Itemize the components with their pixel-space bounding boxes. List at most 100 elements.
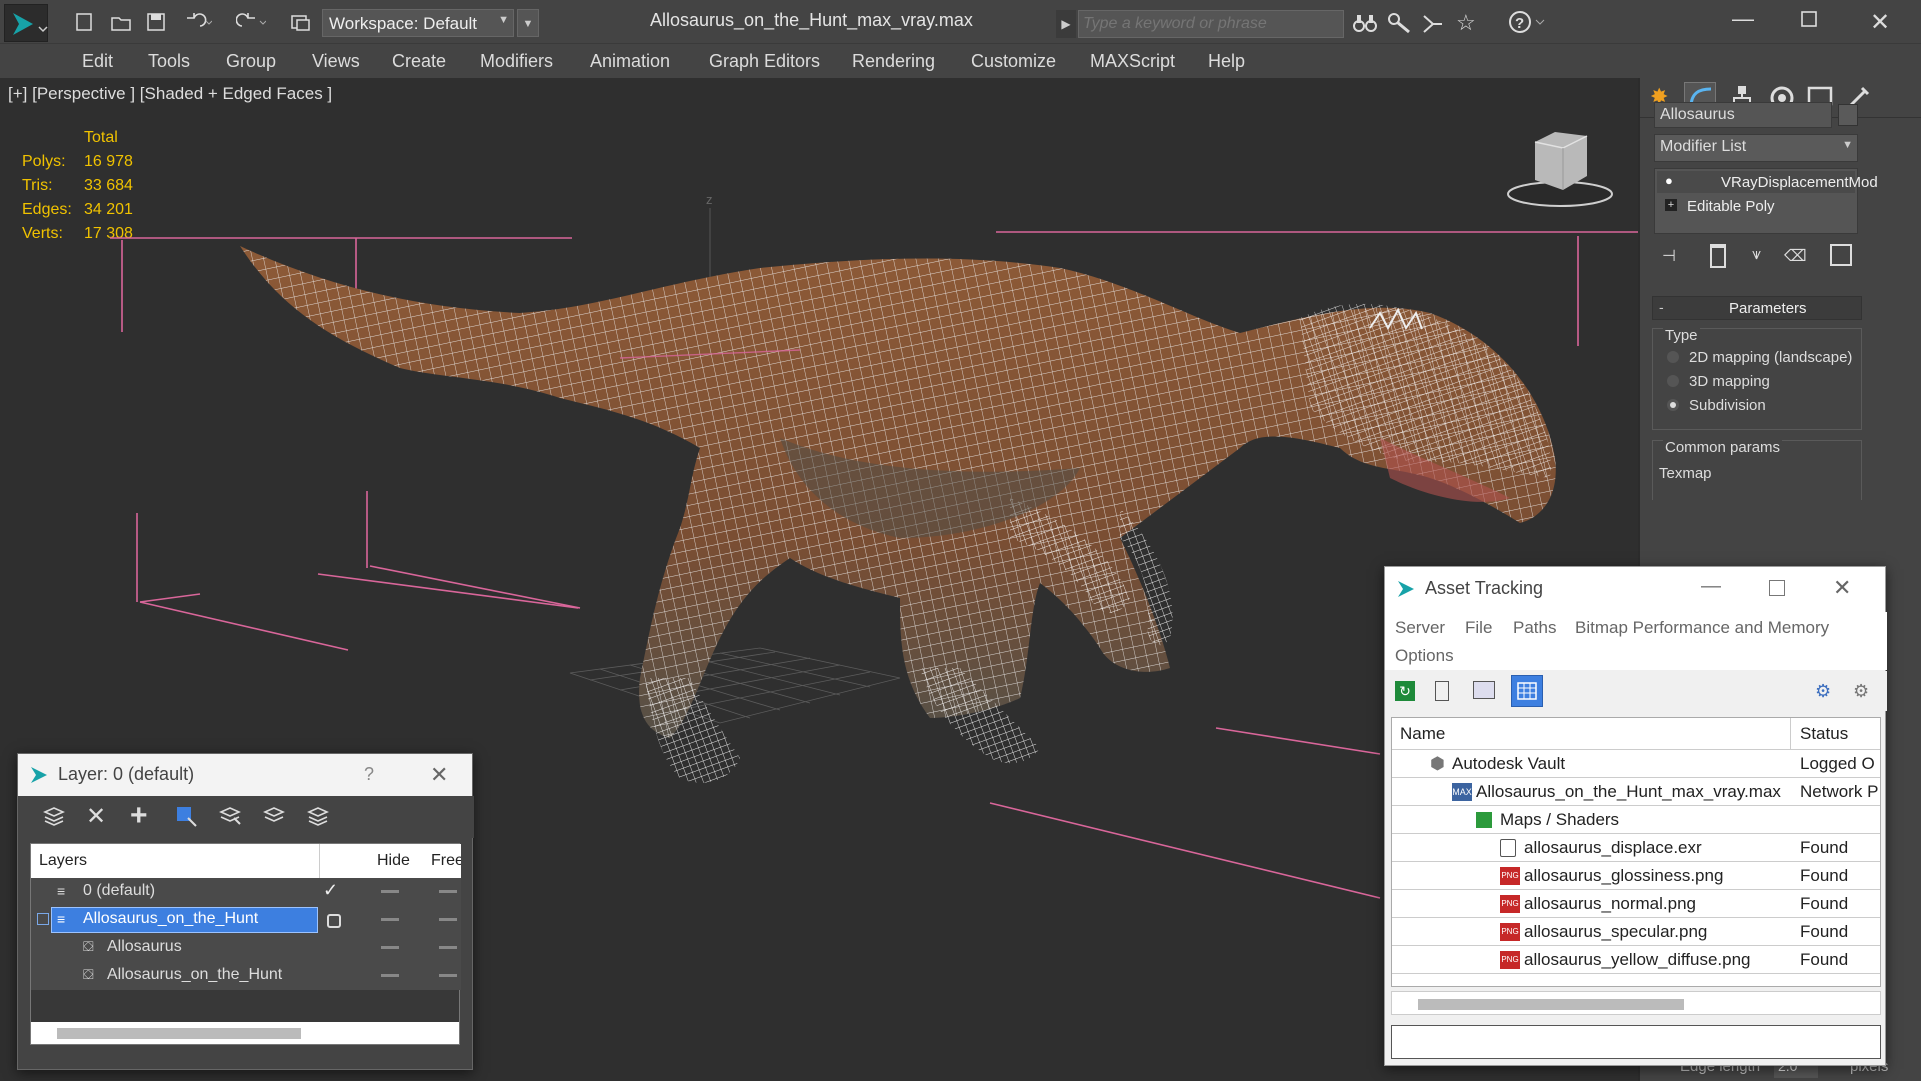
hide-toggle[interactable] [381, 946, 399, 949]
highlight-layer-icon[interactable] [262, 804, 286, 828]
new-file-icon[interactable] [74, 12, 94, 32]
col-hide[interactable]: Hide [377, 852, 410, 870]
scrollbar-thumb[interactable] [1418, 999, 1684, 1010]
layer-row[interactable]: ≡ 0 (default) ✓ [31, 878, 461, 906]
asset-row[interactable]: PNG allosaurus_glossiness.png Found [1392, 862, 1880, 890]
menu-create[interactable]: Create [392, 51, 446, 72]
pin-stack-icon[interactable]: ⊣ [1662, 246, 1676, 266]
hide-layers-icon[interactable] [306, 804, 330, 828]
hide-toggle[interactable] [381, 974, 399, 977]
asset-row[interactable]: ⬢ Autodesk Vault Logged O [1392, 750, 1880, 778]
asset-path-field[interactable] [1391, 1025, 1881, 1059]
remove-modifier-icon[interactable]: ⌫ [1784, 246, 1807, 266]
community-icon[interactable] [1420, 12, 1446, 34]
refresh-icon[interactable]: ↻ [1395, 681, 1415, 701]
asset-row[interactable]: allosaurus_displace.exr Found [1392, 834, 1880, 862]
parameters-title[interactable]: Parameters [1729, 300, 1807, 317]
menu-paths[interactable]: Paths [1513, 618, 1556, 638]
delete-layer-icon[interactable]: ✕ [86, 802, 106, 831]
configure-sets-icon[interactable] [1830, 244, 1852, 266]
menu-maxscript[interactable]: MAXScript [1090, 51, 1175, 72]
layer-stack-icon[interactable] [42, 804, 66, 828]
menu-bitmap-performance[interactable]: Bitmap Performance and Memory [1575, 618, 1829, 638]
list-view-icon[interactable] [1435, 681, 1449, 701]
freeze-toggle[interactable] [439, 890, 457, 893]
undo-icon[interactable] [182, 12, 212, 32]
menu-graph-editors[interactable]: Graph Editors [709, 51, 820, 72]
layer-row[interactable]: ≡ Allosaurus_on_the_Hunt [31, 906, 461, 934]
freeze-toggle[interactable] [439, 918, 457, 921]
minimize-button[interactable]: — [1701, 575, 1721, 598]
horizontal-scrollbar[interactable] [31, 1022, 459, 1044]
freeze-toggle[interactable] [439, 946, 457, 949]
close-button[interactable]: ✕ [1870, 8, 1890, 37]
make-active-toggle[interactable] [327, 914, 341, 928]
project-folder-icon[interactable] [290, 12, 312, 32]
radio-button[interactable] [1667, 351, 1679, 363]
menu-tools[interactable]: Tools [148, 51, 190, 72]
asset-row[interactable]: PNG allosaurus_normal.png Found [1392, 890, 1880, 918]
thumbnail-view-icon[interactable] [1473, 681, 1495, 699]
close-button[interactable]: ✕ [1833, 575, 1851, 601]
menu-customize[interactable]: Customize [971, 51, 1056, 72]
vault-help-icon[interactable]: ⚙ [1853, 681, 1869, 702]
object-color-swatch[interactable] [1838, 104, 1858, 126]
vault-login-icon[interactable]: ⚙ [1815, 681, 1831, 702]
modifier-list-dropdown[interactable]: Modifier List ▼ [1654, 134, 1858, 162]
expand-icon[interactable]: + [1665, 199, 1677, 211]
maximize-button[interactable] [1800, 10, 1818, 28]
menu-options[interactable]: Options [1395, 646, 1454, 666]
object-name-field[interactable] [1654, 102, 1832, 128]
freeze-toggle[interactable] [439, 974, 457, 977]
minimize-button[interactable]: — [1732, 6, 1754, 32]
col-layers[interactable]: Layers [39, 852, 87, 870]
col-name[interactable]: Name [1400, 724, 1445, 744]
layer-dialog-header[interactable]: Layer: 0 (default) ? ✕ [18, 754, 472, 796]
hide-toggle[interactable] [381, 890, 399, 893]
asset-row[interactable]: PNG allosaurus_yellow_diffuse.png Found [1392, 946, 1880, 974]
rollout-collapse-icon[interactable]: - [1659, 299, 1664, 315]
asset-horizontal-scrollbar[interactable] [1391, 991, 1881, 1015]
menu-edit[interactable]: Edit [82, 51, 113, 72]
redo-icon[interactable] [236, 12, 266, 32]
show-end-result-icon[interactable] [1710, 244, 1726, 268]
search-expand-icon[interactable]: ▶ [1056, 10, 1076, 38]
menu-help[interactable]: Help [1208, 51, 1245, 72]
scrollbar-thumb[interactable] [57, 1028, 301, 1039]
col-status[interactable]: Status [1800, 724, 1848, 744]
menu-modifiers[interactable]: Modifiers [480, 51, 553, 72]
lightbulb-icon[interactable]: ● [1665, 173, 1673, 188]
binoculars-icon[interactable] [1352, 12, 1378, 34]
layer-row[interactable]: ⛋ Allosaurus [31, 934, 461, 962]
menu-animation[interactable]: Animation [590, 51, 670, 72]
menu-server[interactable]: Server [1395, 618, 1445, 638]
stack-item[interactable]: + Editable Poly [1657, 195, 1855, 217]
asset-dialog-header[interactable]: Asset Tracking — ✕ [1385, 567, 1885, 612]
stack-item[interactable]: ● VRayDisplacementMod [1657, 171, 1878, 193]
asset-row[interactable]: Maps / Shaders [1392, 806, 1880, 834]
make-unique-icon[interactable]: ⩛ [1752, 246, 1761, 264]
radio-button-selected[interactable] [1667, 399, 1679, 411]
save-file-icon[interactable] [146, 12, 166, 32]
menu-group[interactable]: Group [226, 51, 276, 72]
maximize-button[interactable] [1769, 580, 1785, 596]
menu-views[interactable]: Views [312, 51, 360, 72]
workspace-options-button[interactable]: ▼ [517, 9, 539, 37]
layer-help-button[interactable]: ? [364, 764, 374, 785]
hide-toggle[interactable] [381, 918, 399, 921]
workspace-dropdown[interactable]: Workspace: Default ▼ [322, 9, 514, 37]
add-selection-icon[interactable] [174, 804, 198, 828]
asset-row[interactable]: PNG allosaurus_specular.png Found [1392, 918, 1880, 946]
viewport-label[interactable]: [+] [Perspective ] [Shaded + Edged Faces… [8, 84, 332, 104]
help-icon[interactable]: ? [1508, 10, 1548, 34]
open-file-icon[interactable] [110, 12, 132, 32]
select-layer-icon[interactable] [218, 804, 242, 828]
menu-rendering[interactable]: Rendering [852, 51, 935, 72]
app-logo-icon[interactable] [4, 4, 48, 42]
add-layer-icon[interactable]: + [130, 799, 148, 833]
layer-close-button[interactable]: ✕ [430, 762, 448, 788]
radio-button[interactable] [1667, 375, 1679, 387]
table-view-icon[interactable] [1511, 675, 1543, 707]
search-input[interactable] [1078, 10, 1344, 38]
menu-file[interactable]: File [1465, 618, 1492, 638]
